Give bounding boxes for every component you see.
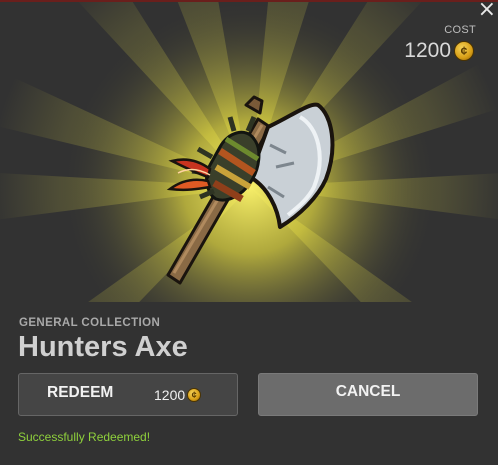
redeem-button-label: REDEEM (47, 384, 114, 401)
cost-display: 1200 ¢ (404, 39, 474, 63)
coin-icon: ¢ (187, 388, 202, 402)
collection-label: GENERAL COLLECTION (19, 317, 161, 329)
redeem-button[interactable]: REDEEM 1200 ¢ (18, 373, 238, 416)
redeem-price-value: 1200 (154, 387, 186, 403)
cost-label: COST (444, 24, 476, 36)
item-title: Hunters Axe (18, 331, 188, 363)
status-message: Successfully Redeemed! (18, 430, 151, 444)
close-button[interactable]: × (478, 2, 496, 21)
redeem-price: 1200 ¢ (154, 387, 202, 403)
coin-icon: ¢ (454, 41, 474, 61)
redeem-dialog: × COST 1200 ¢ GENERAL COLLECTION Hunters… (0, 0, 498, 465)
hunters-axe-icon (166, 95, 335, 285)
cost-value: 1200 (404, 39, 451, 62)
cancel-button[interactable]: CANCEL (258, 373, 478, 416)
